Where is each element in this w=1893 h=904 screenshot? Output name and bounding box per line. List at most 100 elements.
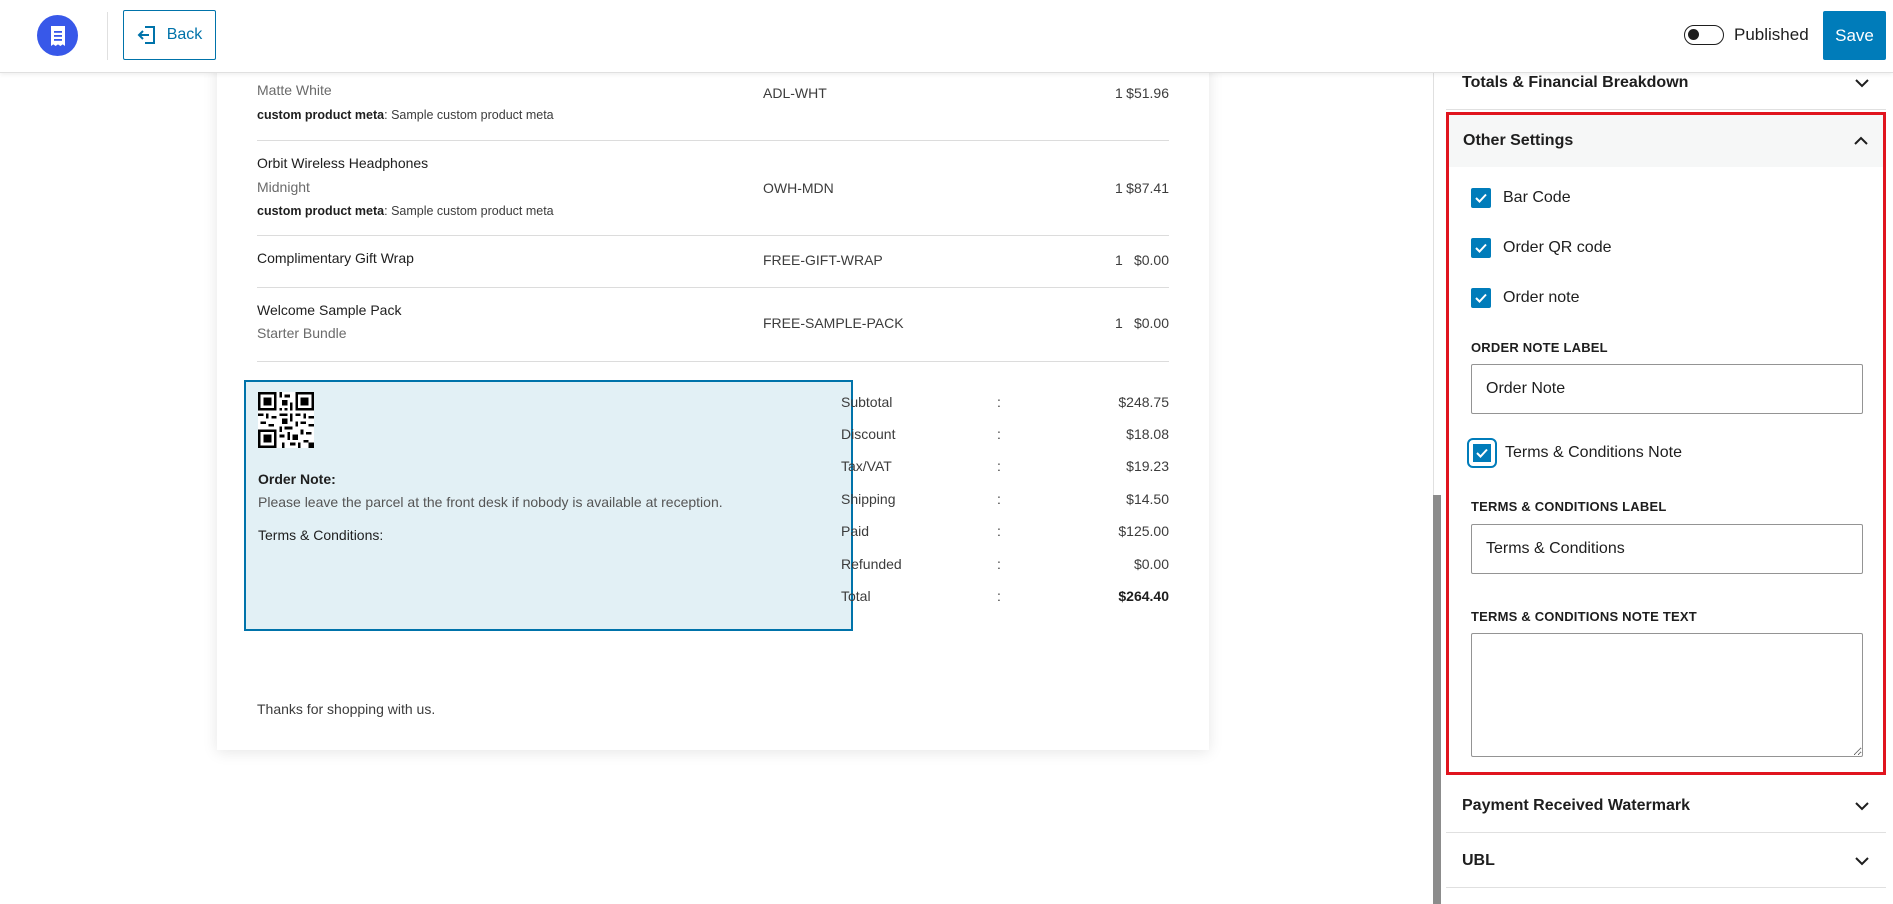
published-label: Published <box>1734 25 1809 44</box>
qr-code-icon <box>258 392 314 448</box>
item-sku: FREE-GIFT-WRAP <box>763 252 883 268</box>
app-logo-icon[interactable] <box>37 15 78 56</box>
notes-block[interactable]: Order Note: Please leave the parcel at t… <box>244 380 853 631</box>
checkbox-label: Order QR code <box>1503 239 1612 256</box>
item-meta-value: Sample custom product meta <box>391 108 554 122</box>
panel-payment-watermark[interactable]: Payment Received Watermark <box>1446 779 1886 833</box>
total-row: Shipping : $14.50 <box>841 491 1169 511</box>
chevron-down-icon <box>1855 78 1869 87</box>
checkbox-checked-icon <box>1471 238 1491 258</box>
item-meta: custom product meta: Sample custom produ… <box>257 204 554 218</box>
item-meta-key: custom product meta <box>257 204 385 218</box>
item-price: $51.96 <box>1126 85 1169 101</box>
total-colon: : <box>997 458 1001 474</box>
order-note-text: Please leave the parcel at the front des… <box>258 494 723 510</box>
item-qty: 1 <box>1115 315 1123 331</box>
order-note-checkbox[interactable]: Order note <box>1471 287 1579 309</box>
chevron-up-icon <box>1854 136 1868 145</box>
panel-title: Other Settings <box>1463 132 1574 149</box>
total-label: Subtotal <box>841 394 893 410</box>
total-colon: : <box>997 426 1001 442</box>
panel-title: Payment Received Watermark <box>1462 796 1690 814</box>
item-variant: Matte White <box>257 82 332 98</box>
item-sku: ADL-WHT <box>763 85 827 101</box>
checkbox-checked-icon <box>1471 288 1491 308</box>
item-price: $0.00 <box>1133 252 1169 268</box>
total-colon: : <box>997 491 1001 507</box>
total-row: Paid : $125.00 <box>841 523 1169 543</box>
item-name: Welcome Sample Pack <box>257 302 402 318</box>
order-note-field-label: ORDER NOTE LABEL <box>1471 340 1608 355</box>
back-arrow-icon <box>137 26 155 44</box>
order-qr-checkbox[interactable]: Order QR code <box>1471 237 1611 259</box>
total-value: $14.50 <box>1126 491 1169 507</box>
terms-note-textarea[interactable] <box>1471 633 1863 757</box>
total-label: Tax/VAT <box>841 458 892 474</box>
total-row: Discount : $18.08 <box>841 426 1169 446</box>
total-label: Discount <box>841 426 896 442</box>
save-button[interactable]: Save <box>1823 11 1886 60</box>
checkbox-checked-icon <box>1471 188 1491 208</box>
thanks-message: Thanks for shopping with us. <box>257 701 436 717</box>
grand-total-row: Total : $264.40 <box>841 588 1169 608</box>
total-value: $248.75 <box>1118 394 1169 410</box>
order-note-label-input[interactable] <box>1471 364 1863 414</box>
item-sku: OWH-MDN <box>763 180 834 196</box>
total-label: Shipping <box>841 491 896 507</box>
total-value: $0.00 <box>1133 556 1169 572</box>
bar-code-checkbox[interactable]: Bar Code <box>1471 187 1571 209</box>
terms-title: Terms & Conditions: <box>258 527 384 543</box>
total-value: $18.08 <box>1126 426 1169 442</box>
total-colon: : <box>997 523 1001 539</box>
panel-ubl[interactable]: UBL <box>1446 834 1886 888</box>
terms-note-checkbox[interactable]: Terms & Conditions Note <box>1467 438 1682 468</box>
item-variant: Starter Bundle <box>257 325 347 341</box>
table-row: Orbit Wireless Headphones Midnight custo… <box>257 141 1169 236</box>
back-button-label: Back <box>166 26 203 43</box>
total-colon: : <box>997 556 1001 572</box>
panel-title: UBL <box>1462 851 1495 869</box>
item-qty: 1 <box>1115 252 1123 268</box>
total-value: $264.40 <box>1118 588 1169 604</box>
chevron-down-icon <box>1855 801 1869 810</box>
sidebar-scrollbar[interactable] <box>1433 495 1441 904</box>
table-row: Welcome Sample Pack Starter Bundle FREE-… <box>257 288 1169 362</box>
table-row: Complimentary Gift Wrap FREE-GIFT-WRAP 1… <box>257 236 1169 288</box>
item-meta-key: custom product meta <box>257 108 385 122</box>
total-colon: : <box>997 394 1001 410</box>
total-row: Refunded : $0.00 <box>841 556 1169 576</box>
item-variant: Midnight <box>257 179 310 195</box>
total-value: $19.23 <box>1126 458 1169 474</box>
terms-field-label: TERMS & CONDITIONS LABEL <box>1471 499 1667 514</box>
terms-label-input[interactable] <box>1471 524 1863 574</box>
item-meta: custom product meta: Sample custom produ… <box>257 108 554 122</box>
item-qty: 1 <box>1115 180 1123 196</box>
checkbox-label: Order note <box>1503 289 1580 306</box>
topbar-divider <box>107 12 108 60</box>
panel-other-settings: Other Settings Bar Code Order QR code Or… <box>1446 112 1886 775</box>
item-sku: FREE-SAMPLE-PACK <box>763 315 904 331</box>
checkbox-label: Bar Code <box>1503 189 1571 206</box>
item-qty: 1 <box>1115 85 1123 101</box>
total-value: $125.00 <box>1118 523 1169 539</box>
checkbox-checked-icon <box>1467 438 1497 468</box>
published-toggle[interactable] <box>1684 25 1724 45</box>
back-button[interactable]: Back <box>123 10 216 60</box>
order-note-title: Order Note: <box>258 471 336 487</box>
other-settings-header[interactable]: Other Settings <box>1449 115 1883 167</box>
invoice-preview: Matte White custom product meta: Sample … <box>217 40 1209 750</box>
total-colon: : <box>997 588 1001 604</box>
checkbox-label: Terms & Conditions Note <box>1505 444 1682 461</box>
terms-text-label: TERMS & CONDITIONS NOTE TEXT <box>1471 609 1697 624</box>
item-name: Complimentary Gift Wrap <box>257 250 414 266</box>
total-row: Tax/VAT : $19.23 <box>841 458 1169 478</box>
chevron-down-icon <box>1855 856 1869 865</box>
panel-title: Totals & Financial Breakdown <box>1462 73 1689 91</box>
top-bar: Back Published Save <box>0 0 1893 73</box>
total-row: Subtotal : $248.75 <box>841 394 1169 414</box>
item-name: Orbit Wireless Headphones <box>257 155 429 171</box>
item-meta-value: Sample custom product meta <box>391 204 554 218</box>
total-label: Paid <box>841 523 870 539</box>
total-label: Refunded <box>841 556 902 572</box>
total-label: Total <box>841 588 871 604</box>
